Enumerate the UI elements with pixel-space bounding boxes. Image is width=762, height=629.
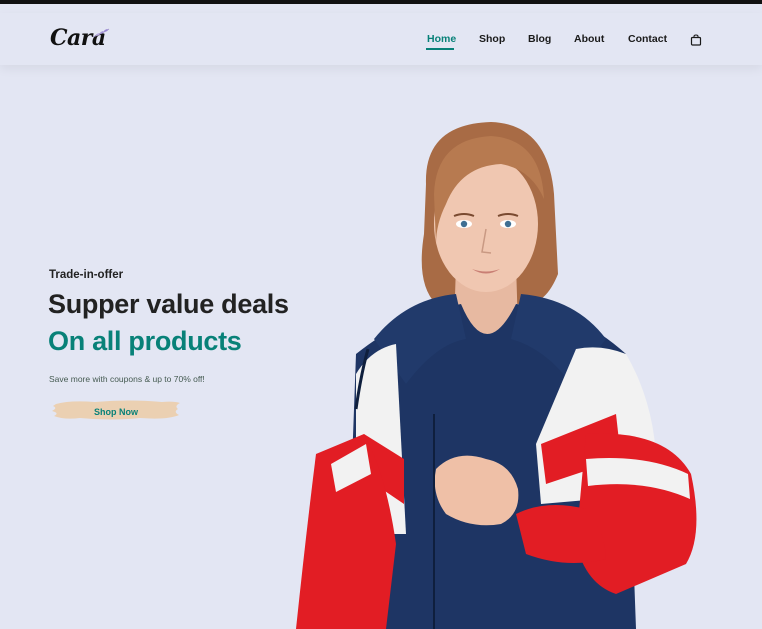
active-nav-underline xyxy=(426,48,454,50)
main-nav: Home Shop Blog About Contact xyxy=(0,33,762,53)
site-header: Cara Home Shop Blog About Contact xyxy=(0,13,762,65)
nav-about[interactable]: About xyxy=(574,33,604,45)
hero-subtitle: Trade-in-offer xyxy=(49,269,124,281)
nav-blog[interactable]: Blog xyxy=(528,33,551,45)
hero-heading-accent: On all products xyxy=(48,326,242,356)
shop-now-button[interactable]: Shop Now xyxy=(50,397,182,423)
hero-model-image xyxy=(296,122,697,629)
shopping-bag-icon[interactable] xyxy=(690,34,702,46)
nav-shop[interactable]: Shop xyxy=(479,33,505,45)
hero-description: Save more with coupons & up to 70% off! xyxy=(49,374,205,384)
nav-contact[interactable]: Contact xyxy=(628,33,667,45)
page: Cara Home Shop Blog About Contact Trade-… xyxy=(0,4,762,629)
nav-home[interactable]: Home xyxy=(427,33,456,45)
shop-now-label: Shop Now xyxy=(94,406,138,417)
hero-heading: Supper value deals xyxy=(48,289,289,319)
